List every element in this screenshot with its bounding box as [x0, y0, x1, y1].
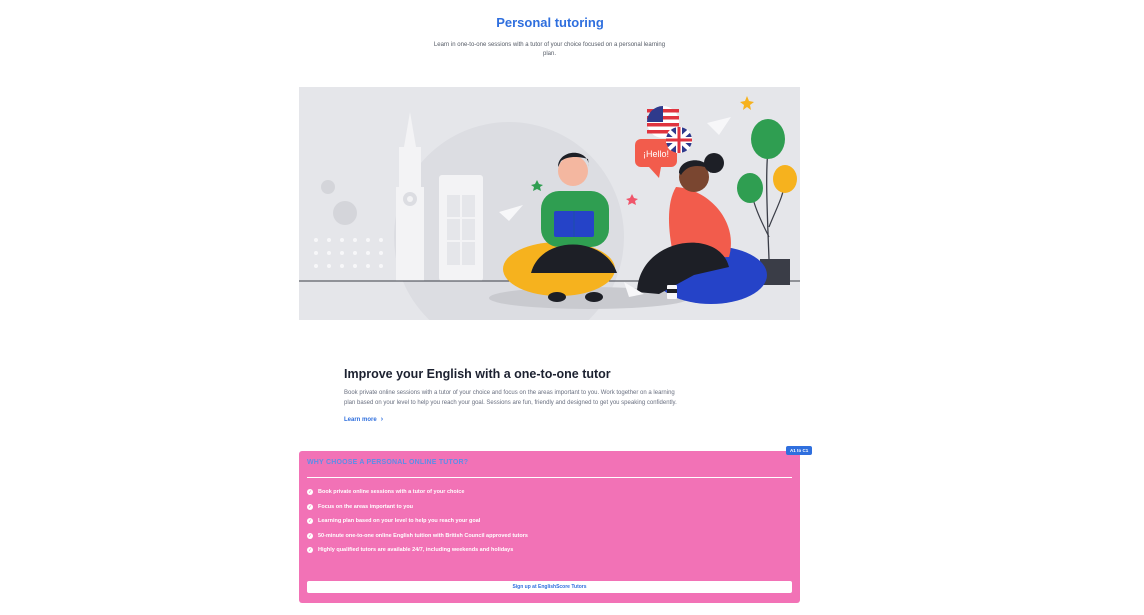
- benefit-text: Book private online sessions with a tuto…: [318, 489, 465, 496]
- section-body: Book private online sessions with a tuto…: [344, 390, 677, 406]
- divider: [307, 477, 792, 478]
- page-title: Personal tutoring: [496, 15, 604, 30]
- benefits-panel: WHY CHOOSE A PERSONAL ONLINE TUTOR? ✓ Boo…: [299, 451, 800, 603]
- hero-illustration-svg: ¡Hello!: [299, 87, 800, 320]
- learn-more-link[interactable]: Learn more ›: [344, 416, 383, 423]
- benefit-text: 50-minute one-to-one online English tuit…: [318, 532, 528, 539]
- list-item: ✓ 50-minute one-to-one online English tui…: [307, 529, 528, 544]
- check-icon: ✓: [307, 532, 313, 539]
- phone-booth-icon: [439, 175, 483, 281]
- level-badge: A1 to C1: [786, 446, 813, 455]
- check-icon: ✓: [307, 489, 313, 496]
- uk-flag-icon: [666, 127, 692, 153]
- check-icon: ✓: [307, 503, 313, 510]
- benefit-text: Learning plan based on your level to hel…: [318, 518, 481, 525]
- list-item: ✓ Learning plan based on your level to he…: [307, 514, 528, 529]
- benefits-list: ✓ Book private online sessions with a tut…: [307, 485, 528, 558]
- list-item: ✓ Focus on the areas important to you: [307, 500, 528, 515]
- list-item: ✓ Book private online sessions with a tut…: [307, 485, 528, 500]
- benefits-heading: WHY CHOOSE A PERSONAL ONLINE TUTOR?: [307, 459, 469, 466]
- benefit-text: Focus on the areas important to you: [318, 503, 414, 510]
- learn-more-label: Learn more: [344, 417, 377, 423]
- check-icon: ✓: [307, 518, 313, 525]
- speech-bubble-text: ¡Hello!: [643, 149, 669, 159]
- hero-illustration: ¡Hello!: [299, 87, 800, 320]
- signup-button[interactable]: Sign up at EnglishScore Tutors: [307, 581, 792, 593]
- tutor-info-section: Improve your English with a one-to-one t…: [344, 367, 684, 426]
- benefit-text: Highly qualified tutors are available 24…: [318, 547, 514, 554]
- chevron-right-icon: ›: [380, 416, 384, 423]
- list-item: ✓ Highly qualified tutors are available 2…: [307, 543, 528, 558]
- page-subtitle: Learn in one-to-one sessions with a tuto…: [433, 42, 666, 57]
- check-icon: ✓: [307, 547, 313, 554]
- section-heading: Improve your English with a one-to-one t…: [344, 367, 611, 381]
